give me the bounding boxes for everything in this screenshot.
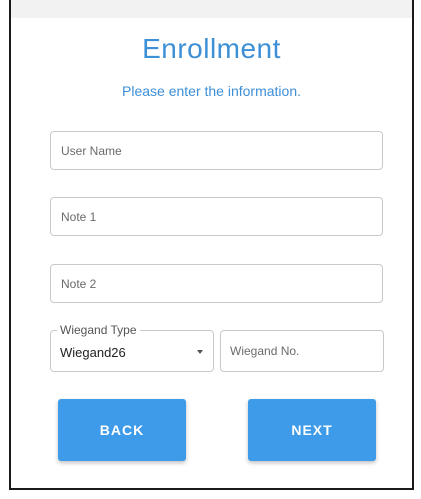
wiegand-type-label: Wiegand Type: [57, 323, 140, 337]
wiegand-no-field[interactable]: [220, 330, 384, 372]
note2-input[interactable]: [51, 265, 382, 302]
chevron-down-icon[interactable]: [197, 350, 203, 354]
note2-field[interactable]: [50, 264, 383, 303]
page-title: Enrollment: [142, 33, 281, 64]
wiegand-type-value: Wiegand26: [60, 345, 126, 360]
back-button[interactable]: BACK: [58, 399, 186, 461]
page-subtitle: Please enter the information.: [122, 83, 301, 99]
next-button[interactable]: NEXT: [248, 399, 376, 461]
enrollment-dialog: Enrollment Please enter the information.…: [9, 0, 414, 490]
note1-input[interactable]: [51, 198, 382, 235]
wiegand-no-input[interactable]: [221, 331, 383, 371]
top-bar: [11, 0, 412, 18]
user-name-field[interactable]: [50, 131, 383, 170]
user-name-input[interactable]: [51, 132, 382, 169]
page: Enrollment Please enter the information.…: [0, 0, 421, 499]
note1-field[interactable]: [50, 197, 383, 236]
wiegand-type-select[interactable]: Wiegand Type Wiegand26: [50, 323, 214, 372]
